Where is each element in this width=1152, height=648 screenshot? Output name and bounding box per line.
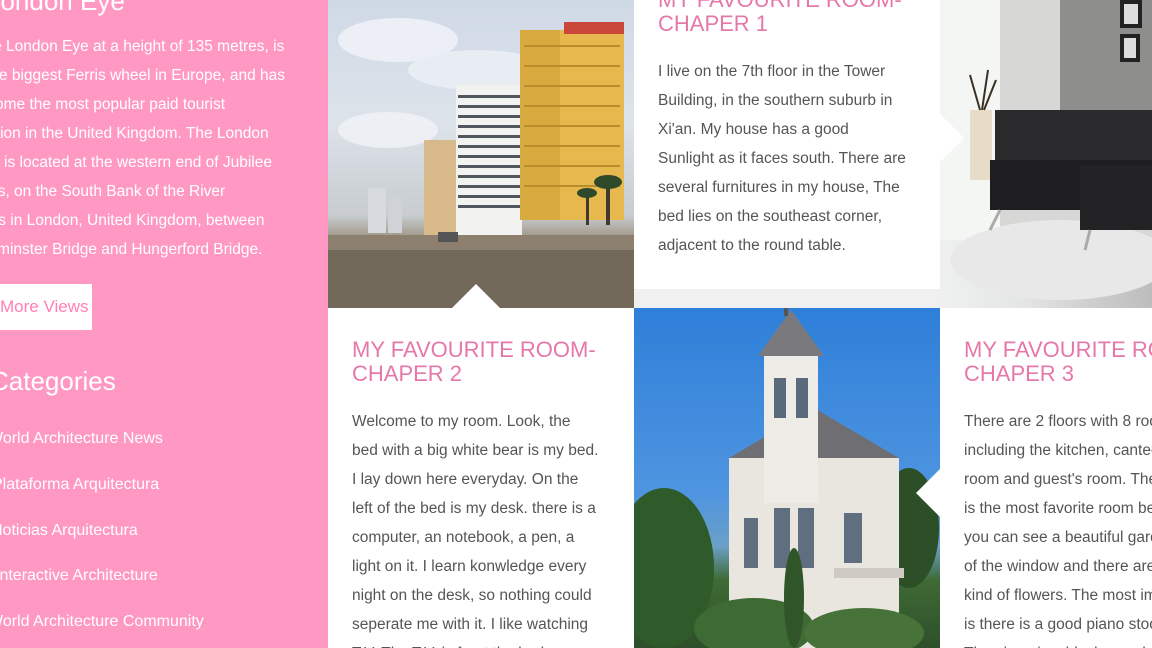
beach-towers-illustration <box>328 18 634 308</box>
card-body-line: you can see a beautiful garden out <box>964 529 1152 546</box>
card-body-line: light on it. I learn konwledge every <box>352 558 587 575</box>
card-title: MY FAVOURITE ROOM- CHAPER 1 <box>658 0 902 36</box>
card-body-line: T.V. The T.V. is front the bed <box>352 639 622 648</box>
card-pointer-arrow <box>916 469 940 517</box>
description-line: Gardens, on the South Bank of the River <box>0 183 226 200</box>
sidebar: London Eye The London Eye at a height of… <box>0 0 328 648</box>
card-body: I live on the 7th floor in the Tower Bui… <box>658 57 928 260</box>
card-body-line: bed with a big white bear is my bed. <box>352 442 599 459</box>
card-body-line: Xi'an. My house has a good <box>658 121 849 138</box>
card-body-line: several furnitures in my house, The <box>658 179 900 196</box>
sidebar-title: London Eye <box>0 0 125 16</box>
living-room-sofa-photo[interactable] <box>940 0 1152 308</box>
card-body-line: Sunlight as it faces south. There are <box>658 150 906 167</box>
living-room-illustration <box>940 0 1152 300</box>
room-card-chapter-2[interactable]: MY FAVOURITE ROOM- CHAPER 2 Welcome to m… <box>328 308 634 648</box>
description-line: Thames in London, United Kingdom, betwee… <box>0 212 265 229</box>
card-body-line: including the kitchen, canteen, living <box>964 442 1152 459</box>
room-card-chapter-3[interactable]: MY FAVOURITE ROOM- CHAPER 3 There are 2 … <box>940 308 1152 648</box>
card-body: Welcome to my room. Look, the bed with a… <box>352 407 622 648</box>
category-link[interactable]: Interactive Architecture <box>0 557 204 603</box>
more-views-button[interactable]: More Views <box>0 284 92 330</box>
card-body-line: Building, in the southern suburb in <box>658 92 893 109</box>
card-body-line: room and guest's room. The study <box>964 471 1152 488</box>
card-body-line: of the window and there are many <box>964 558 1152 575</box>
description-line: attraction in the United Kingdom. The Lo… <box>0 125 269 142</box>
card-body-line: Welcome to my room. Look, the <box>352 413 571 430</box>
category-link[interactable]: World Architecture Community <box>0 603 204 648</box>
category-link[interactable]: Plataforma Arquitectura <box>0 466 204 512</box>
card-title-line: MY FAVOURITE ROOM- <box>352 337 596 362</box>
card-body-line: computer, an notebook, a pen, a <box>352 529 575 546</box>
description-line: become the most popular paid tourist <box>0 96 226 113</box>
card-body-line: left of the bed is my desk. there is a <box>352 500 596 517</box>
victorian-house-illustration <box>634 308 939 648</box>
description-line: Eye is located at the western end of Jub… <box>0 154 272 171</box>
card-body-line: bed lies on the southeast corner, <box>658 208 883 225</box>
card-body: There are 2 floors with 8 rooms includin… <box>964 407 1152 648</box>
card-pointer-arrow <box>452 284 500 308</box>
sidebar-description: The London Eye at a height of 135 metres… <box>0 32 320 264</box>
categories-list: World Architecture News Plataforma Arqui… <box>0 420 204 648</box>
beach-towers-photo[interactable] <box>328 0 634 308</box>
description-line: the biggest Ferris wheel in Europe, and … <box>0 67 285 84</box>
card-title-line: CHAPER 1 <box>658 11 769 36</box>
card-body-line: seperate me with it. I like watching <box>352 616 589 633</box>
category-link[interactable]: Noticias Arquitectura <box>0 512 204 558</box>
card-body-line: adjacent to the round table. <box>658 237 846 254</box>
card-title-line: CHAPER 2 <box>352 361 463 386</box>
card-title-line: MY FAVOURITE ROOM- <box>964 337 1152 362</box>
card-body-line: I live on the 7th floor in the Tower <box>658 63 886 80</box>
victorian-house-photo[interactable] <box>634 308 940 648</box>
card-pointer-arrow <box>940 114 964 162</box>
description-line: The London Eye at a height of 135 metres… <box>0 38 285 55</box>
description-line: Westminster Bridge and Hungerford Bridge… <box>0 241 263 258</box>
card-body-line: I lay down here everyday. On the <box>352 471 579 488</box>
room-card-chapter-1[interactable]: MY FAVOURITE ROOM- CHAPER 1 I live on th… <box>634 0 940 289</box>
card-body-line: There are 2 floors with 8 rooms <box>964 413 1152 430</box>
card-title-line: CHAPER 3 <box>964 361 1075 386</box>
card-body-line: kind of flowers. The most important <box>964 587 1152 604</box>
card-title: MY FAVOURITE ROOM- CHAPER 2 <box>352 338 596 386</box>
card-body-line: is the most favorite room because <box>964 500 1152 517</box>
category-link[interactable]: World Architecture News <box>0 420 204 466</box>
categories-title: Categories <box>0 366 116 396</box>
card-body-line: The piano is a black grand <box>964 639 1152 648</box>
card-title: MY FAVOURITE ROOM- CHAPER 3 <box>964 338 1152 386</box>
card-body-line: is there is a good piano stool. <box>964 616 1152 633</box>
card-body-line: night on the desk, so nothing could <box>352 587 592 604</box>
